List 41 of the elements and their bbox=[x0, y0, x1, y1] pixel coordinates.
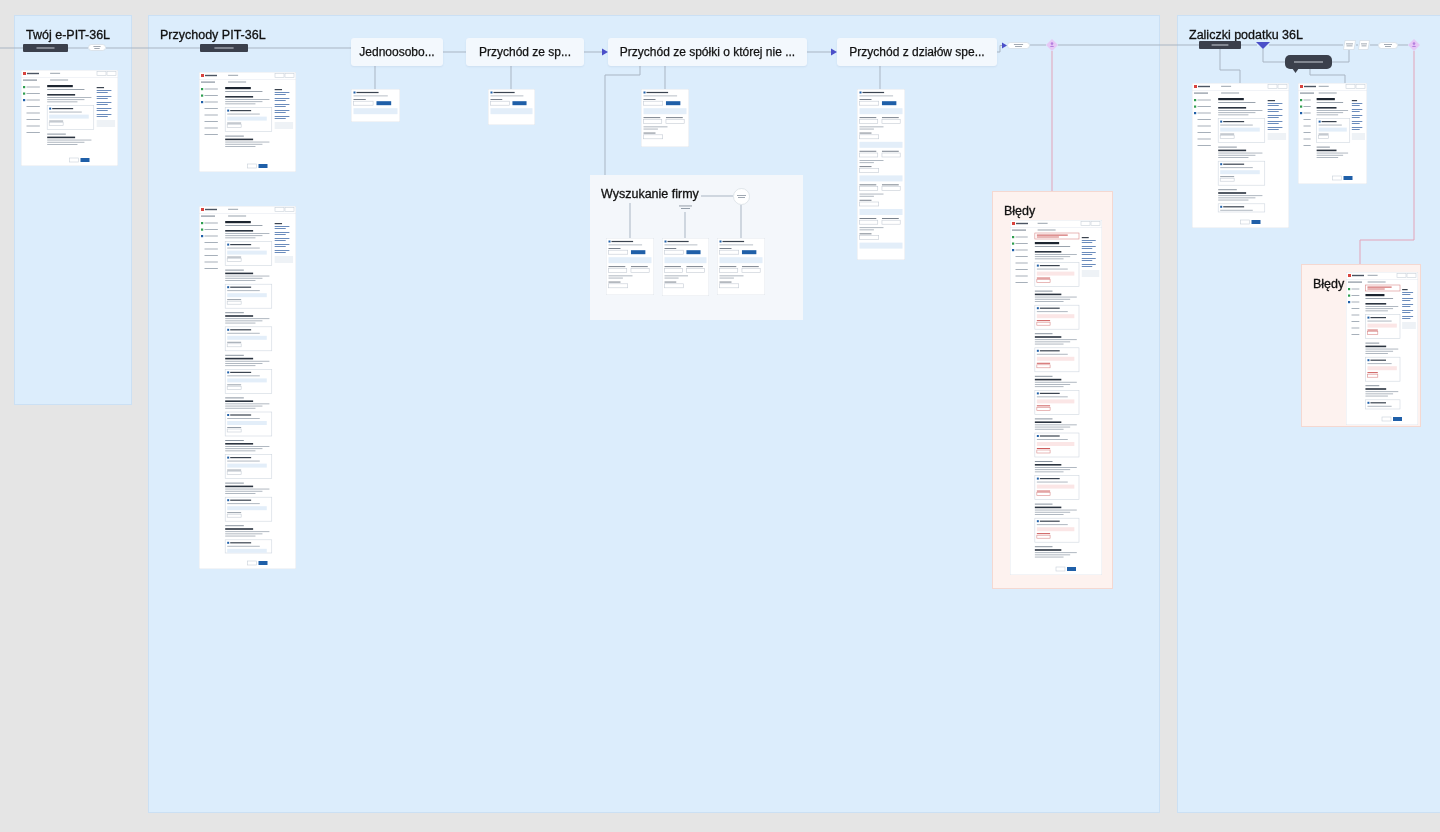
form-mockup-drawing bbox=[641, 89, 689, 147]
section-title: Twój e-PIT-36L bbox=[26, 27, 111, 43]
frame-title: Błędy bbox=[1004, 203, 1036, 219]
form-mockup-drawing bbox=[351, 89, 400, 122]
connector-arrow bbox=[806, 48, 837, 56]
label-pill-drawing bbox=[1378, 42, 1398, 49]
label-pill-drawing bbox=[88, 44, 106, 51]
diamond-node-icon bbox=[1408, 39, 1420, 51]
form-mockup-drawing bbox=[606, 238, 654, 295]
data-node-drawing bbox=[1343, 40, 1356, 50]
connector-arrow bbox=[583, 48, 608, 56]
connector-line bbox=[1309, 68, 1346, 84]
form-mockup-drawing bbox=[662, 238, 709, 296]
label-pill-drawing bbox=[1007, 42, 1030, 49]
flow-step: Przychód z działów spe... bbox=[837, 38, 997, 66]
flow-step: Przychód ze sp... bbox=[466, 38, 584, 66]
connector-line bbox=[1219, 48, 1241, 84]
data-node-drawing bbox=[1358, 40, 1370, 50]
diamond-node-icon bbox=[1046, 39, 1058, 51]
form-mockup-drawing bbox=[488, 89, 535, 125]
note-label-drawing bbox=[679, 205, 692, 211]
connector-arrow bbox=[996, 42, 1007, 53]
flow-step: Jednoosobo... bbox=[351, 38, 443, 66]
connector-line bbox=[1262, 48, 1286, 63]
form-mockup-drawing bbox=[717, 238, 765, 295]
label-pill-drawing bbox=[23, 44, 68, 52]
section-title: Przychody PIT-36L bbox=[160, 27, 266, 43]
connector-line bbox=[700, 195, 734, 197]
circle-node-drawing bbox=[733, 188, 750, 205]
label-pill-drawing bbox=[200, 44, 248, 52]
connector-line bbox=[629, 202, 631, 239]
connector-line bbox=[740, 204, 742, 239]
triangle-marker-icon bbox=[1256, 42, 1270, 49]
callout-bubble-drawing bbox=[1285, 55, 1332, 73]
connector-line bbox=[684, 211, 686, 239]
frame-title: Błędy bbox=[1313, 276, 1345, 292]
label-pill-drawing bbox=[1199, 41, 1241, 49]
frame-title: Wyszukanie firmy bbox=[601, 186, 699, 202]
flow-step: Przychód ze spółki o której nie ... bbox=[608, 38, 807, 66]
section-title: Zaliczki podatku 36L bbox=[1189, 27, 1303, 43]
connector-line bbox=[1331, 49, 1350, 63]
